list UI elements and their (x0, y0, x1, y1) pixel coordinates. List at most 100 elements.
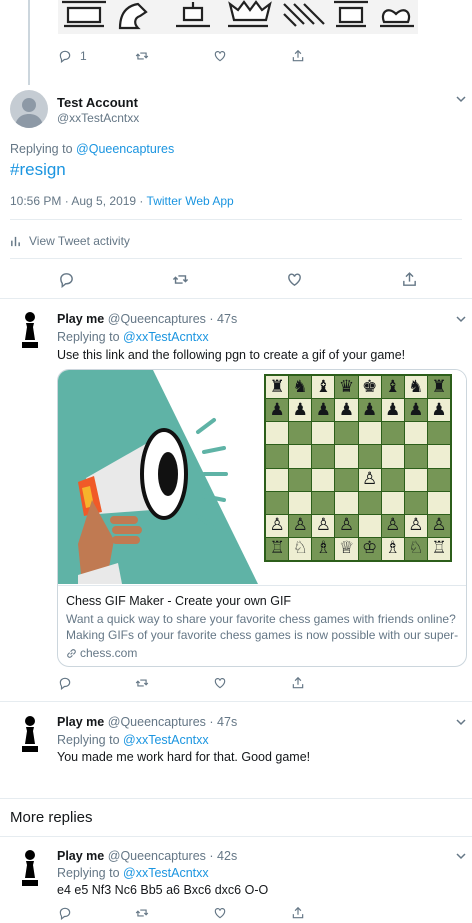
share-button[interactable] (291, 903, 305, 923)
board-square: ♜ (266, 376, 289, 399)
author-name[interactable]: Test Account (57, 95, 138, 110)
chevron-down-icon[interactable] (455, 850, 467, 862)
author-handle[interactable]: @Queencaptures (108, 849, 206, 863)
like-button[interactable] (213, 673, 227, 693)
reply-icon (60, 272, 73, 288)
reply-icon (59, 50, 71, 63)
reply-button[interactable] (58, 673, 72, 693)
like-button[interactable] (213, 46, 227, 66)
pawn-avatar-icon[interactable] (18, 848, 42, 888)
reply1-actions (0, 673, 472, 693)
chevron-down-icon[interactable] (455, 93, 467, 105)
board-square (335, 445, 358, 468)
replying-to-handle[interactable]: @Queencaptures (76, 142, 174, 156)
board-square (381, 445, 404, 468)
avatar[interactable] (10, 90, 48, 128)
author-handle[interactable]: @Queencaptures (108, 715, 206, 729)
author-name[interactable]: Play me (57, 849, 104, 863)
board-square (289, 445, 312, 468)
tweet-image[interactable] (58, 0, 418, 34)
board-square (266, 491, 289, 514)
card-image: ♜ ♞ ♝ ♛ ♚ ♝ ♞ ♜ ♟ ♟ ♟ ♟ ♟ ♟ ♟ ♟ ♙ ♙ ♙ ♙ ♙ ♙ ♙ ♙ ♖ ♘ ♗ ♕ ♔ ♗ ♘ ♖ (58, 370, 466, 584)
share-button[interactable] (401, 269, 418, 289)
retweet-icon (135, 679, 149, 687)
board-square (358, 491, 381, 514)
reply-button[interactable] (58, 269, 75, 289)
board-square: ♚ (358, 376, 381, 399)
retweet-button[interactable] (135, 46, 149, 66)
chess-pieces-image (58, 0, 418, 34)
chess-board: ♜ ♞ ♝ ♛ ♚ ♝ ♞ ♜ ♟ ♟ ♟ ♟ ♟ ♟ ♟ ♟ ♙ ♙ ♙ ♙ ♙ ♙ ♙ ♙ ♖ ♘ ♗ ♕ ♔ ♗ ♘ ♖ (264, 374, 452, 562)
thread-line (28, 0, 30, 85)
reply-time[interactable]: · 47s (209, 312, 237, 326)
board-square (335, 422, 358, 445)
board-square: ♝ (381, 376, 404, 399)
board-square: ♟ (381, 399, 404, 422)
board-square: ♟ (404, 399, 427, 422)
pawn-avatar-icon[interactable] (18, 714, 42, 754)
board-square: ♙ (266, 514, 289, 537)
board-square (404, 491, 427, 514)
heart-icon (214, 678, 226, 689)
board-square: ♙ (404, 514, 427, 537)
source-link[interactable]: Twitter Web App (147, 194, 234, 208)
reply-button[interactable]: 1 (58, 46, 87, 66)
view-activity-link[interactable]: View Tweet activity (10, 234, 130, 248)
retweet-button[interactable] (135, 903, 149, 923)
board-square: ♝ (312, 376, 335, 399)
reply-time[interactable]: · 47s (209, 715, 237, 729)
divider (0, 298, 472, 299)
board-square (404, 468, 427, 491)
board-square (289, 491, 312, 514)
timestamp[interactable]: 10:56 PM · Aug 5, 2019 · (10, 194, 147, 208)
board-square (266, 468, 289, 491)
retweet-icon (135, 52, 149, 60)
replying-to: Replying to @Queencaptures (10, 142, 174, 156)
board-square: ♞ (289, 376, 312, 399)
replying-to-handle[interactable]: @xxTestAcntxx (123, 733, 209, 747)
default-avatar-icon (15, 98, 43, 128)
tweet-text: e4 e5 Nf3 Nc6 Bb5 a6 Bxc6 dxc6 O-O (57, 883, 269, 897)
retweet-button[interactable] (135, 673, 149, 693)
board-square: ♕ (335, 537, 358, 560)
replying-to-handle[interactable]: @xxTestAcntxx (123, 866, 209, 880)
reply-header: Play me @Queencaptures · 47s (57, 312, 237, 326)
share-button[interactable] (291, 46, 305, 66)
board-square: ♘ (289, 537, 312, 560)
divider (10, 258, 462, 259)
like-button[interactable] (213, 903, 227, 923)
more-replies-heading[interactable]: More replies (10, 809, 93, 826)
board-square: ♟ (289, 399, 312, 422)
reply3-actions (0, 903, 472, 923)
board-square: ♟ (335, 399, 358, 422)
author-name[interactable]: Play me (57, 312, 104, 326)
pawn-avatar-icon[interactable] (18, 310, 42, 350)
author-handle[interactable]: @xxTestAcntxx (57, 111, 139, 125)
heart-icon (214, 51, 226, 62)
tweet-text: You made me work hard for that. Good gam… (57, 750, 311, 764)
chevron-down-icon[interactable] (455, 716, 467, 728)
replying-to-handle[interactable]: @xxTestAcntxx (123, 330, 209, 344)
author-handle[interactable]: @Queencaptures (108, 312, 206, 326)
hashtag-link[interactable]: #resign (10, 160, 66, 180)
card-text: Chess GIF Maker - Create your own GIF Wa… (58, 585, 466, 666)
replying-label: Replying to (10, 142, 73, 156)
chevron-down-icon[interactable] (455, 313, 467, 325)
link-card[interactable]: ♜ ♞ ♝ ♛ ♚ ♝ ♞ ♜ ♟ ♟ ♟ ♟ ♟ ♟ ♟ ♟ ♙ ♙ ♙ ♙ ♙ ♙ ♙ ♙ ♖ ♘ ♗ ♕ ♔ ♗ ♘ ♖ Chess G… (57, 369, 467, 667)
board-square (335, 468, 358, 491)
share-button[interactable] (291, 673, 305, 693)
author-name[interactable]: Play me (57, 715, 104, 729)
board-square (358, 514, 381, 537)
share-icon (403, 271, 416, 286)
retweet-button[interactable] (172, 269, 189, 289)
reply-time[interactable]: · 42s (209, 849, 237, 863)
board-square: ♟ (266, 399, 289, 422)
board-square (312, 422, 335, 445)
like-button[interactable] (286, 269, 303, 289)
board-square (312, 468, 335, 491)
board-square: ♛ (335, 376, 358, 399)
board-square (312, 491, 335, 514)
board-square (381, 468, 404, 491)
reply-button[interactable] (58, 903, 72, 923)
replying-label: Replying to (57, 866, 120, 880)
